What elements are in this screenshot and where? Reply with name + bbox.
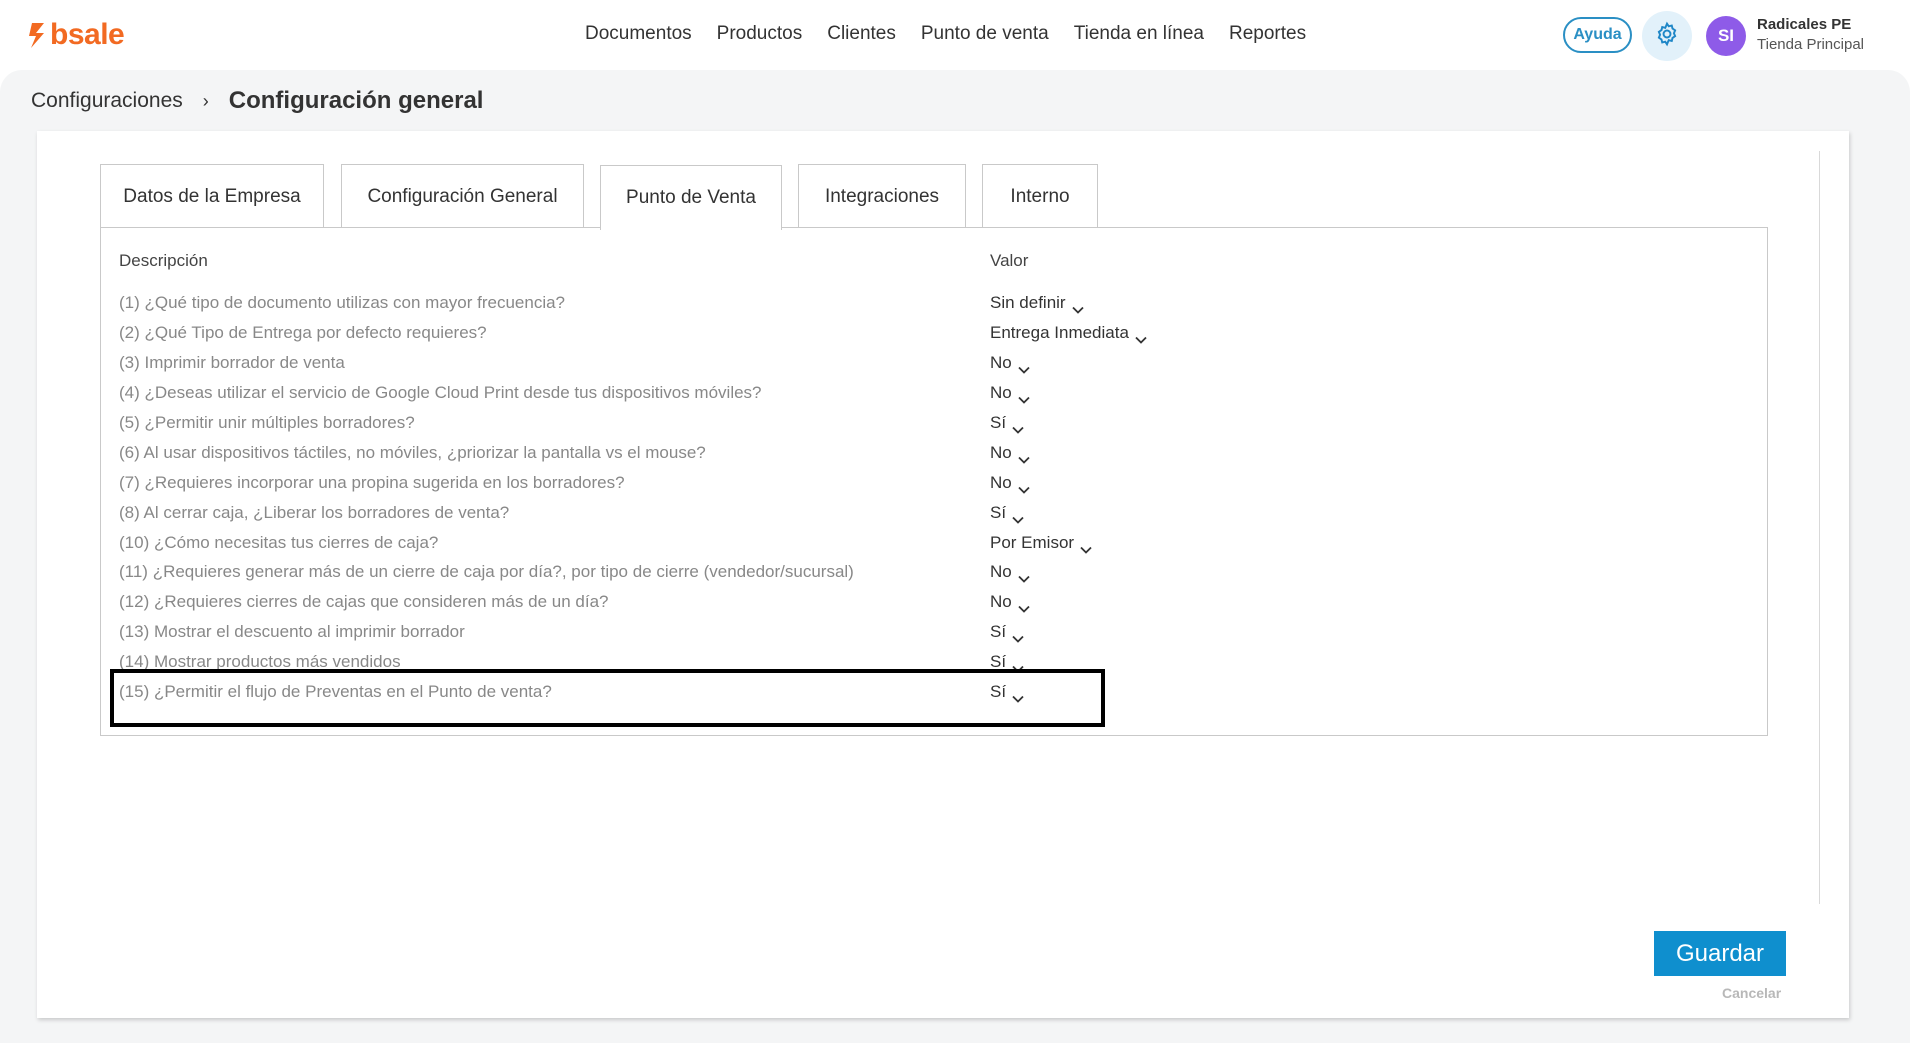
bsale-logo[interactable]: bsale [28,18,125,52]
setting-value: No [990,562,1012,581]
breadcrumb-separator: › [202,90,209,111]
setting-value: Sí [990,622,1007,641]
setting-value-select[interactable]: No [990,592,1030,613]
nav-item-reportes[interactable]: Reportes [1229,23,1306,45]
chevron-down-icon [1012,419,1024,434]
highlight-annotation-box [110,669,1105,727]
save-button[interactable]: Guardar [1654,931,1786,976]
nav-item-productos[interactable]: Productos [717,23,803,45]
setting-description: (2) ¿Qué Tipo de Entrega por defecto req… [119,323,487,342]
chevron-down-icon [1012,658,1024,673]
setting-description: (5) ¿Permitir unir múltiples borradores? [119,413,415,432]
setting-value-select[interactable]: Sí [990,503,1024,524]
setting-value: Sí [990,503,1007,522]
chevron-down-icon [1018,598,1030,613]
chevron-down-icon [1018,449,1030,464]
setting-description: (4) ¿Deseas utilizar el servicio de Goog… [119,383,762,402]
setting-value: Sí [990,413,1007,432]
column-header-value: Valor [990,251,1029,270]
divider [1819,151,1820,904]
tab-datos-de-la-empresa[interactable]: Datos de la Empresa [100,164,324,228]
tab-interno[interactable]: Interno [982,164,1098,228]
setting-description: (10) ¿Cómo necesitas tus cierres de caja… [119,533,439,552]
setting-value-select[interactable]: Sin definir [990,293,1084,314]
cancel-link[interactable]: Cancelar [1722,985,1781,1001]
setting-description: (1) ¿Qué tipo de documento utilizas con … [119,293,566,312]
tab-integraciones[interactable]: Integraciones [798,164,966,228]
chevron-down-icon [1018,568,1030,583]
nav-item-punto-de-venta[interactable]: Punto de venta [921,23,1049,45]
setting-description: (11) ¿Requieres generar más de un cierre… [119,562,854,581]
tab-configuracion-general[interactable]: Configuración General [341,164,584,228]
chevron-down-icon [1018,479,1030,494]
setting-value-select[interactable]: No [990,353,1030,374]
breadcrumb-parent[interactable]: Configuraciones [31,89,183,113]
chevron-down-icon [1012,509,1024,524]
setting-description: (3) Imprimir borrador de venta [119,353,345,372]
nav-item-clientes[interactable]: Clientes [827,23,896,45]
page-title: Configuración general [228,87,484,114]
setting-value: No [990,443,1012,462]
setting-description: (7) ¿Requieres incorporar una propina su… [119,473,625,492]
setting-value-select[interactable]: Sí [990,413,1024,434]
setting-value: No [990,383,1012,402]
setting-value: Por Emisor [990,533,1075,552]
setting-description: (8) Al cerrar caja, ¿Liberar los borrado… [119,503,510,522]
setting-value-select[interactable]: No [990,443,1030,464]
chevron-down-icon [1071,299,1084,314]
gear-icon [1654,21,1680,52]
bsale-logo-text: bsale [50,18,125,51]
chevron-down-icon [1080,539,1092,554]
settings-button[interactable] [1642,11,1692,61]
chevron-down-icon [1018,389,1030,404]
setting-value-select[interactable]: Entrega Inmediata [990,323,1147,344]
setting-description: (13) Mostrar el descuento al imprimir bo… [119,622,465,641]
nav-item-documentos[interactable]: Documentos [585,23,692,45]
column-header-description: Descripción [119,251,208,270]
setting-value: Sin definir [990,293,1066,312]
chevron-down-icon [1018,359,1030,374]
help-button[interactable]: Ayuda [1563,17,1632,53]
avatar[interactable]: SI [1706,16,1746,56]
top-bar: bsale Documentos Productos Clientes Punt… [0,0,1910,70]
user-name[interactable]: Radicales PE [1757,16,1851,33]
setting-value-select[interactable]: Por Emisor [990,533,1092,554]
setting-value: No [990,353,1012,372]
chevron-down-icon [1135,329,1147,344]
store-name: Tienda Principal [1757,36,1864,53]
setting-value-select[interactable]: No [990,473,1030,494]
setting-value: No [990,473,1012,492]
chevron-down-icon [1012,628,1024,643]
setting-value-select[interactable]: No [990,562,1030,583]
content-card: Datos de la Empresa Configuración Genera… [37,131,1849,1018]
tab-punto-de-venta[interactable]: Punto de Venta [600,165,782,230]
setting-value: No [990,592,1012,611]
setting-description: (6) Al usar dispositivos táctiles, no mó… [119,443,706,462]
bsale-logo-icon [28,21,46,49]
setting-value-select[interactable]: Sí [990,622,1024,643]
nav-item-tienda-en-linea[interactable]: Tienda en línea [1074,23,1204,45]
setting-description: (12) ¿Requieres cierres de cajas que con… [119,592,609,611]
breadcrumb: Configuraciones › Configuración general [31,87,483,115]
setting-value: Entrega Inmediata [990,323,1129,342]
main-nav: Documentos Productos Clientes Punto de v… [585,23,1306,45]
setting-value-select[interactable]: No [990,383,1030,404]
